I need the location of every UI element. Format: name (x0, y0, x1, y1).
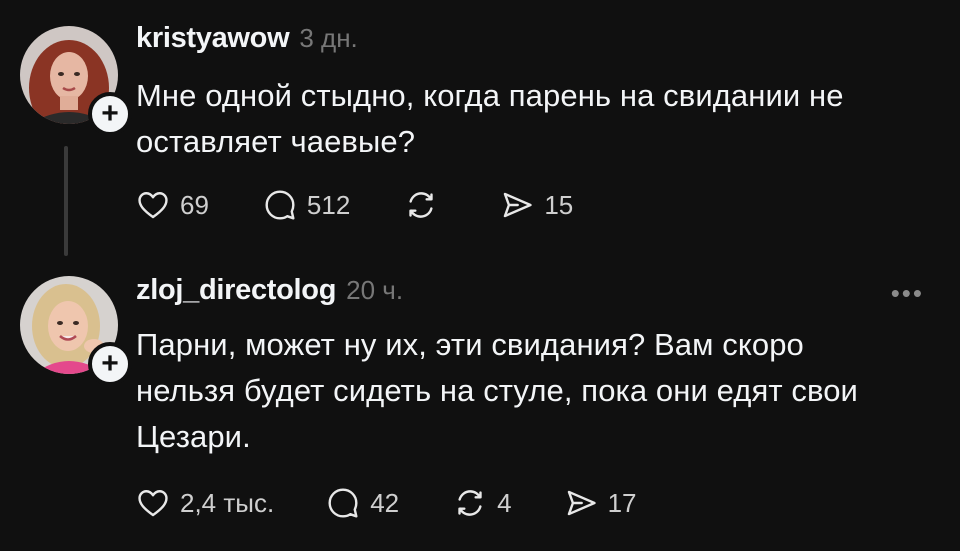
post-text-line: Цезари. (136, 419, 251, 454)
share-count: 15 (544, 189, 574, 220)
username[interactable]: kristyawow (136, 22, 290, 55)
heart-icon (138, 490, 168, 517)
plus-icon: + (101, 97, 119, 130)
reply-button[interactable]: 512 (263, 188, 350, 222)
repost-icon (409, 192, 433, 218)
repost-button[interactable]: 4 (453, 486, 512, 520)
post-2: + zloj_directolog 20 ч. ••• Парни, может… (0, 270, 960, 551)
like-count: 2,4 тыс. (180, 487, 275, 518)
post-text-line: Мне одной стыдно, когда парень на свидан… (136, 78, 844, 113)
post-text: Парни, может ну их, эти свидания? Вам ск… (136, 322, 936, 460)
heart-icon (138, 192, 168, 219)
follow-button[interactable]: + (88, 342, 132, 386)
more-options-icon[interactable]: ••• (891, 278, 924, 309)
share-button[interactable]: 15 (500, 188, 573, 222)
repost-count: 4 (497, 487, 512, 518)
timestamp[interactable]: 20 ч. (346, 275, 403, 306)
comment-icon (265, 190, 295, 220)
send-icon (504, 192, 532, 218)
timestamp[interactable]: 3 дн. (299, 23, 357, 54)
share-count: 17 (607, 487, 637, 518)
post-header: kristyawow 3 дн. (136, 22, 358, 55)
like-button[interactable]: 69 (136, 188, 209, 222)
reply-count: 42 (370, 487, 400, 518)
action-bar: 2,4 тыс. 42 4 17 (136, 486, 637, 520)
like-count: 69 (180, 189, 209, 220)
username[interactable]: zloj_directolog (136, 274, 336, 307)
post-text: Мне одной стыдно, когда парень на свидан… (136, 73, 936, 165)
reply-button[interactable]: 42 (326, 486, 399, 520)
share-button[interactable]: 17 (564, 486, 637, 520)
thread-line (64, 146, 68, 256)
comment-icon (328, 488, 358, 518)
like-button[interactable]: 2,4 тыс. (136, 486, 274, 520)
repost-icon (458, 490, 482, 516)
avatar-wrap[interactable]: + (20, 276, 132, 386)
avatar-wrap[interactable]: + (20, 26, 132, 136)
send-icon (567, 490, 596, 516)
post-text-line: Парни, может ну их, эти свидания? Вам ск… (136, 327, 804, 362)
plus-icon: + (101, 347, 119, 380)
repost-button[interactable] (404, 188, 448, 222)
post-text-line: оставляет чаевые? (136, 124, 416, 159)
reply-count: 512 (306, 189, 351, 220)
post-header: zloj_directolog 20 ч. (136, 274, 403, 307)
follow-button[interactable]: + (88, 92, 132, 136)
post-1: + kristyawow 3 дн. Мне одной стыдно, ког… (0, 0, 960, 270)
action-bar: 69 512 15 (136, 188, 573, 222)
post-text-line: нельзя будет сидеть на стуле, пока они е… (136, 373, 858, 408)
